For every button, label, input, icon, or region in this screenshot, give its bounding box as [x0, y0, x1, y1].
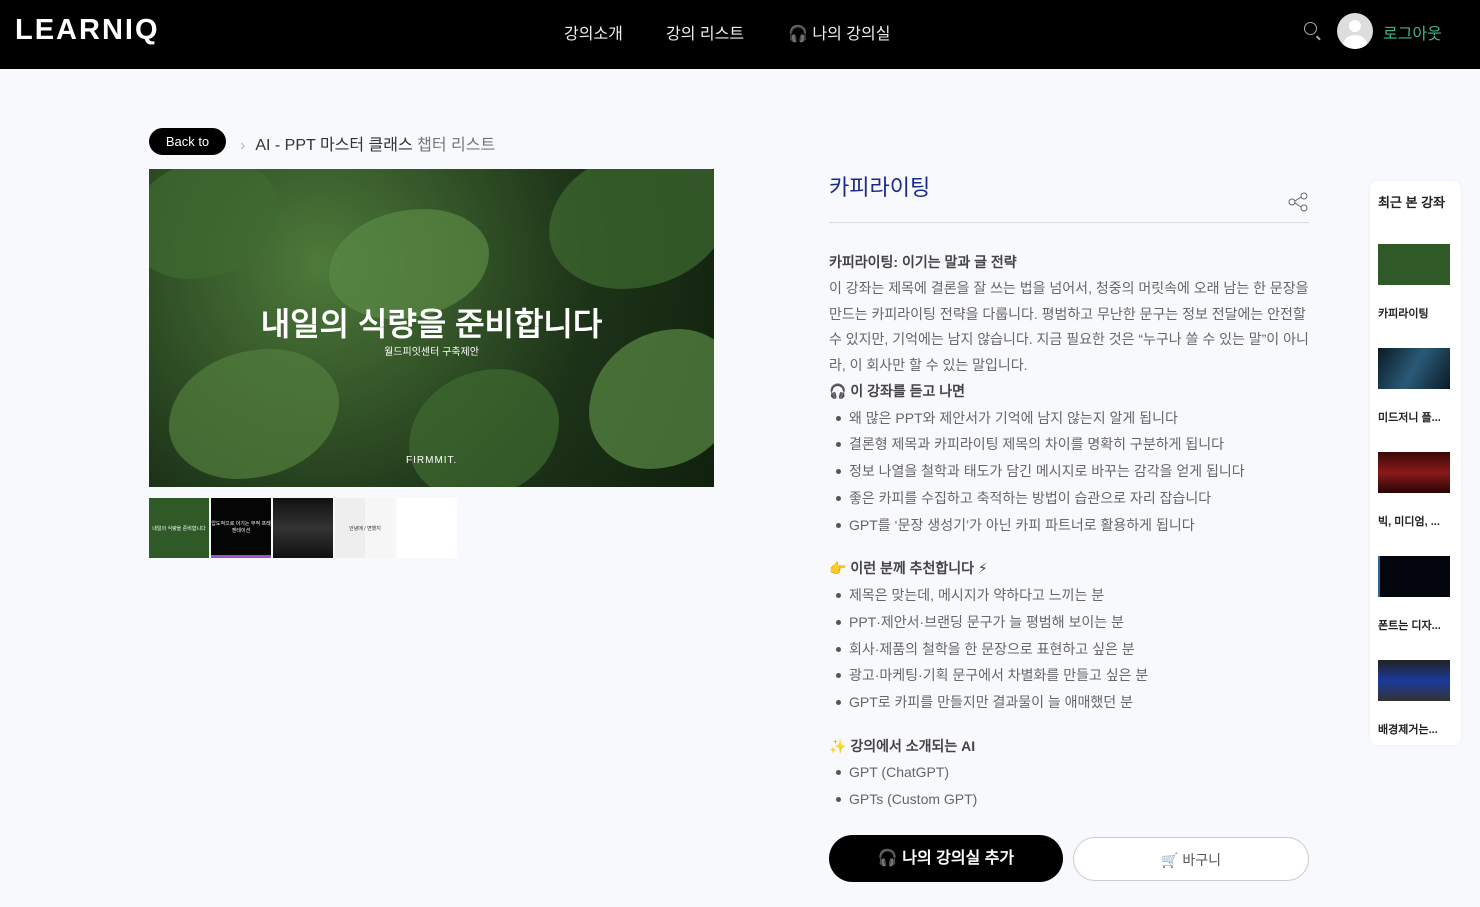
- after-heading: 🎧 이 강좌를 듣고 나면: [829, 379, 1309, 405]
- divider: [829, 222, 1309, 223]
- add-to-classroom-button[interactable]: 🎧 나의 강의실 추가: [829, 835, 1063, 882]
- top-nav: LEARNIQ 강의소개 강의 리스트 🎧 나의 강의실 로그아웃: [0, 0, 1480, 69]
- list-item: 제목은 맞는데, 메시지가 약하다고 느끼는 분: [829, 582, 1309, 609]
- recent-item[interactable]: 미드저니 플...: [1378, 348, 1450, 425]
- nav-my-classroom-label: 나의 강의실: [812, 26, 891, 43]
- logo[interactable]: LEARNIQ: [15, 14, 160, 47]
- list-item: 정보 나열을 철학과 태도가 담긴 메시지로 바꾸는 감각을 얻게 됩니다: [829, 458, 1309, 485]
- recent-item-label: 미드저니 플...: [1378, 412, 1441, 424]
- list-item: GPT로 카피를 만들지만 결과물이 늘 애매했던 분: [829, 689, 1309, 716]
- recent-item-label: 배경제거는...: [1378, 724, 1438, 736]
- logout-link[interactable]: 로그아웃: [1383, 20, 1442, 44]
- list-item: GPT를 ‘문장 생성기’가 아닌 카피 파트너로 활용하게 됩니다: [829, 512, 1309, 539]
- breadcrumb-page: 챕터 리스트: [417, 137, 496, 154]
- target-list: 제목은 맞는데, 메시지가 약하다고 느끼는 분 PPT·제안서·브랜딩 문구가…: [829, 582, 1309, 716]
- chevron-right-icon: ›: [240, 137, 246, 154]
- recent-thumbnail: [1378, 660, 1450, 701]
- recent-item-label: 카피라이팅: [1378, 308, 1429, 320]
- description-text: 이 강좌는 제목에 결론을 잘 쓰는 법을 넘어서, 청중의 머릿속에 오래 남…: [829, 279, 1309, 374]
- list-item: GPTs (Custom GPT): [829, 786, 1309, 813]
- lightning-icon: ⚡: [977, 560, 988, 577]
- cart-icon: 🛒: [1161, 852, 1179, 868]
- recent-thumbnail: [1378, 244, 1450, 285]
- headphones-icon: 🎧: [829, 382, 847, 399]
- recent-item[interactable]: 배경제거는...: [1378, 660, 1450, 737]
- thumbnail[interactable]: 내일의 식량을 준비합니다: [149, 498, 209, 558]
- recent-item[interactable]: 폰트는 디자...: [1378, 556, 1450, 633]
- thumbnail-strip: 내일의 식량을 준비합니다 압도적으로 이기는 무적 프레젠테이션 안녕에 / …: [149, 498, 457, 558]
- list-item: 광고·마케팅·기획 문구에서 차별화를 만들고 싶은 분: [829, 662, 1309, 689]
- lecture-description: 카피라이팅: 이기는 말과 글 전략 이 강좌는 제목에 결론을 잘 쓰는 법을…: [829, 250, 1309, 813]
- breadcrumb-course[interactable]: AI - PPT 마스터 클래스: [255, 137, 412, 154]
- ai-title: 강의에서 소개되는 AI: [850, 737, 976, 754]
- sparkles-icon: ✨: [829, 737, 847, 754]
- ai-list: GPT (ChatGPT) GPTs (Custom GPT): [829, 759, 1309, 812]
- headphones-icon: 🎧: [877, 850, 898, 867]
- list-item: 좋은 카피를 수집하고 축적하는 방법이 습관으로 자리 잡습니다: [829, 485, 1309, 512]
- list-item: 회사·제품의 철학을 한 문장으로 표현하고 싶은 분: [829, 636, 1309, 663]
- share-icon[interactable]: [1287, 192, 1309, 212]
- cart-button[interactable]: 🛒 바구니: [1073, 837, 1309, 881]
- thumbnail[interactable]: 안녕에 / 변했지: [335, 498, 395, 558]
- ai-heading: ✨ 강의에서 소개되는 AI: [829, 734, 1309, 760]
- recent-item-label: 폰트는 디자...: [1378, 620, 1441, 632]
- pointing-hand-icon: 👉: [829, 560, 847, 577]
- after-title: 이 강좌를 듣고 나면: [850, 382, 966, 399]
- recent-title: 최근 본 강좌: [1378, 195, 1446, 210]
- recent-thumbnail: [1378, 348, 1450, 389]
- list-item: GPT (ChatGPT): [829, 759, 1309, 786]
- nav-intro[interactable]: 강의소개: [564, 20, 623, 44]
- recent-thumbnail: [1378, 452, 1450, 493]
- list-item: 결론형 제목과 카피라이팅 제목의 차이를 명확히 구분하게 됩니다: [829, 431, 1309, 458]
- nav-my-classroom[interactable]: 🎧 나의 강의실: [788, 20, 890, 44]
- thumbnail[interactable]: 압도적으로 이기는 무적 프레젠테이션: [211, 498, 271, 558]
- recent-item-label: 빅, 미디엄, ...: [1378, 516, 1440, 528]
- list-item: 왜 많은 PPT와 제안서가 기억에 남지 않는지 알게 됩니다: [829, 405, 1309, 432]
- headphones-icon: 🎧: [788, 26, 808, 43]
- hero-title: 내일의 식량을 준비합니다: [260, 306, 603, 342]
- recent-courses-panel: 최근 본 강좌 카피라이팅 미드저니 플... 빅, 미디엄, ... 폰트는 …: [1370, 181, 1461, 745]
- breadcrumb: › AI - PPT 마스터 클래스 챕터 리스트: [240, 131, 495, 155]
- recent-item[interactable]: 빅, 미디엄, ...: [1378, 452, 1450, 529]
- hero-subtitle: 월드피잇센터 구축제안: [384, 347, 479, 358]
- lecture-title: 카피라이팅: [829, 175, 931, 200]
- recent-thumbnail: [1378, 556, 1450, 597]
- list-item: PPT·제안서·브랜딩 문구가 늘 평범해 보이는 분: [829, 609, 1309, 636]
- thumbnail[interactable]: [273, 498, 333, 558]
- search-icon[interactable]: [1304, 22, 1317, 35]
- after-list: 왜 많은 PPT와 제안서가 기억에 남지 않는지 알게 됩니다 결론형 제목과…: [829, 405, 1309, 539]
- avatar[interactable]: [1337, 13, 1373, 49]
- recent-item[interactable]: 카피라이팅: [1378, 244, 1450, 321]
- description-heading: 카피라이팅: 이기는 말과 글 전략: [829, 254, 1017, 270]
- add-button-label: 나의 강의실 추가: [902, 850, 1015, 867]
- hero-brand: FIRMMIT.: [406, 455, 458, 466]
- main-preview-image: 내일의 식량을 준비합니다 월드피잇센터 구축제안 FIRMMIT.: [149, 169, 714, 487]
- cart-button-label: 바구니: [1182, 852, 1221, 868]
- thumbnail[interactable]: [397, 498, 457, 558]
- back-button[interactable]: Back to: [149, 128, 226, 155]
- target-title: 이런 분께 추천합니다: [850, 560, 975, 577]
- target-heading: 👉 이런 분께 추천합니다 ⚡: [829, 556, 1309, 582]
- nav-course-list[interactable]: 강의 리스트: [666, 20, 744, 44]
